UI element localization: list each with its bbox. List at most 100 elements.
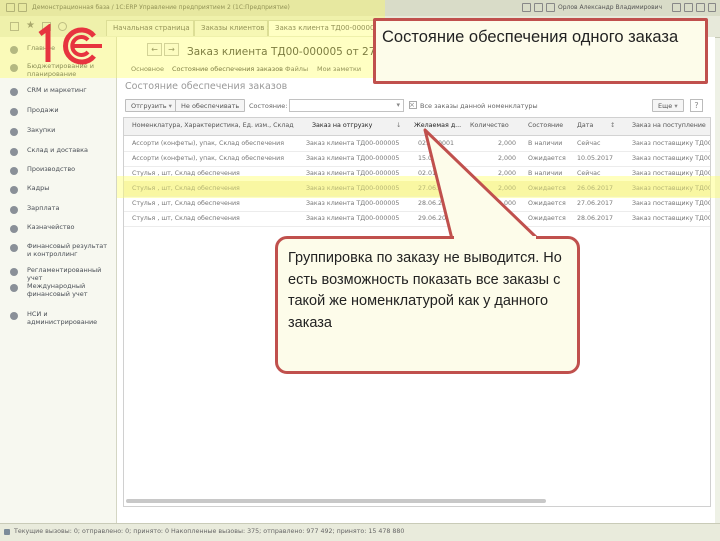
state-select[interactable]: ▾ × (289, 99, 415, 112)
sidebar-item-label: Производство (27, 165, 76, 173)
cell-item: Ассорти (конфеты), упак, Склад обеспечен… (132, 140, 285, 147)
intl-icon (10, 284, 18, 292)
tab-order-document[interactable]: Заказ клиента ТД00-000005 от 27.04.2017 (268, 20, 384, 36)
dropdown-icon: ▾ (674, 102, 678, 110)
status-icon (4, 529, 10, 535)
column-header-desired-date[interactable]: Желаемая д... (414, 122, 468, 129)
chevron-down-icon[interactable]: ▾ (396, 101, 400, 109)
history-icon[interactable] (534, 3, 543, 12)
sidebar-item-finance[interactable]: Финансовый результат и контроллинг (0, 241, 116, 259)
callout-top-text: Состояние обеспечения одного заказа (382, 28, 679, 46)
column-header-quantity[interactable]: Количество (470, 122, 524, 129)
table-row[interactable]: Стулья , шт, Склад обеспечения Заказ кли… (124, 166, 710, 182)
settings-icon (10, 312, 18, 320)
sidebar-item-intl[interactable]: Международный финансовый учет (0, 281, 116, 299)
app-menu-icon[interactable] (6, 3, 15, 12)
sidebar-item-label: Регламентированный учет (27, 266, 102, 282)
subtab-main[interactable]: Основное (131, 65, 164, 73)
subtab-supply-state[interactable]: Состояние обеспечения заказов (172, 65, 283, 73)
home-icon (10, 46, 18, 54)
cell-quantity: 2,000 (497, 140, 516, 147)
current-user[interactable]: Орлов Александр Владимирович (558, 4, 662, 11)
column-header-state[interactable]: Состояние (528, 122, 574, 129)
cell-item: Стулья , шт, Склад обеспечения (132, 185, 240, 192)
cell-state: Ожидается (528, 200, 566, 207)
help-button[interactable]: ? (690, 99, 703, 112)
notification-icon[interactable] (522, 3, 531, 12)
ship-button[interactable]: Отгрузить ▾ (125, 99, 178, 112)
cell-order: Заказ клиента ТД00-000005 ... (306, 140, 400, 147)
cell-receipt-order: Заказ поставщику ТД00 (632, 140, 710, 147)
sidebar-item-production[interactable]: Производство (0, 164, 116, 182)
table-row[interactable]: Ассорти (конфеты), упак, Склад обеспечен… (124, 136, 710, 152)
no-supply-button[interactable]: Не обеспечивать (175, 99, 246, 112)
sidebar-item-purchases[interactable]: Закупки (0, 125, 116, 143)
cell-quantity: 2,000 (497, 170, 516, 177)
cell-order: Заказ клиента ТД00-000005 ... (306, 215, 400, 222)
cell-receipt-order: Заказ поставщику ТД00 (632, 215, 710, 222)
sidebar-item-warehouse[interactable]: Склад и доставка (0, 145, 116, 163)
cell-order: Заказ клиента ТД00-000005 ... (306, 170, 400, 177)
sidebar-item-treasury[interactable]: Казначейство (0, 222, 116, 240)
cell-state: В наличии (528, 140, 563, 147)
nav-back-icon[interactable] (18, 3, 27, 12)
minimize-icon[interactable] (684, 3, 693, 12)
people-icon (10, 186, 18, 194)
cell-state: В наличии (528, 170, 563, 177)
tab-label: Заказ клиента ТД00-000005 от 27.04.2017 (275, 24, 383, 32)
tab-home[interactable]: Начальная страница (106, 20, 194, 36)
column-header-receipt-order[interactable]: Заказ на поступление (632, 122, 708, 129)
sidebar-item-label: Казначейство (27, 223, 75, 231)
table-row-selected[interactable]: Стулья , шт, Склад обеспечения Заказ кли… (124, 181, 710, 197)
cell-quantity: 2,000 (497, 200, 516, 207)
column-header-shipment-order[interactable]: Заказ на отгрузку (312, 122, 390, 129)
cell-receipt-order: Заказ поставщику ТД00 (632, 155, 710, 162)
status-bar: Текущие вызовы: 0; отправлено: 0; принят… (0, 523, 720, 541)
table-row[interactable]: Стулья , шт, Склад обеспечения Заказ кли… (124, 211, 710, 227)
sort-icon[interactable]: ↕ (610, 122, 615, 129)
subtab-notes[interactable]: Мои заметки (317, 65, 361, 73)
sidebar-item-admin[interactable]: НСИ и администрирование (0, 309, 116, 327)
cell-quantity: 2,000 (497, 215, 516, 222)
callout-bottom: Группировка по заказу не выводится. Но е… (275, 236, 580, 374)
cell-quantity: 2,000 (497, 155, 516, 162)
window-title: Демонстрационная база / 1С:ERP Управлени… (32, 4, 290, 11)
section-title: Состояние обеспечения заказов (125, 81, 288, 92)
all-orders-checkbox[interactable] (409, 101, 417, 109)
tab-orders[interactable]: Заказы клиентов × (194, 20, 273, 36)
cell-item: Стулья , шт, Склад обеспечения (132, 215, 240, 222)
cell-order: Заказ клиента ТД00-000005 ... (306, 155, 400, 162)
forward-button[interactable]: → (164, 43, 179, 56)
close-icon[interactable] (708, 3, 716, 12)
cell-date: Сейчас (577, 140, 601, 147)
sidebar-item-label: Закупки (27, 126, 56, 134)
menu-icon[interactable] (10, 22, 19, 31)
accounting-icon (10, 268, 18, 276)
cell-item: Стулья , шт, Склад обеспечения (132, 200, 240, 207)
more-button[interactable]: Еще ▾ (652, 99, 684, 112)
cell-desired-date: 02.01.0001 (418, 170, 455, 177)
cell-desired-date: 02.01.0001 (418, 140, 455, 147)
sidebar-item-crm[interactable]: CRM и маркетинг (0, 85, 116, 103)
tab-label: Начальная страница (113, 24, 190, 32)
table-row[interactable]: Ассорти (конфеты), упак, Склад обеспечен… (124, 151, 710, 167)
sort-icon[interactable]: ↓ (396, 122, 401, 129)
cell-desired-date: 28.06.2017 (418, 200, 455, 207)
favorites-icon[interactable] (546, 3, 555, 12)
sidebar-item-label: Склад и доставка (27, 146, 89, 154)
cell-date: Сейчас (577, 170, 601, 177)
sidebar-item-hr[interactable]: Кадры (0, 183, 116, 201)
maximize-icon[interactable] (696, 3, 705, 12)
sidebar-item-salary[interactable]: Зарплата (0, 203, 116, 221)
back-button[interactable]: ← (147, 43, 162, 56)
sidebar-item-sales[interactable]: Продажи (0, 105, 116, 123)
column-header-date[interactable]: Дата (577, 122, 607, 129)
column-header-item[interactable]: Номенклатура, Характеристика, Ед. изм., … (132, 122, 300, 129)
info-icon[interactable] (672, 3, 681, 12)
subtab-files[interactable]: Файлы (285, 65, 308, 73)
horizontal-scrollbar[interactable] (126, 499, 546, 503)
table-row[interactable]: Стулья , шт, Склад обеспечения Заказ кли… (124, 196, 710, 212)
cell-receipt-order: Заказ поставщику ТД00 (632, 185, 710, 192)
cell-receipt-order: Заказ поставщику ТД00 (632, 200, 710, 207)
pointer-joint (454, 236, 536, 240)
